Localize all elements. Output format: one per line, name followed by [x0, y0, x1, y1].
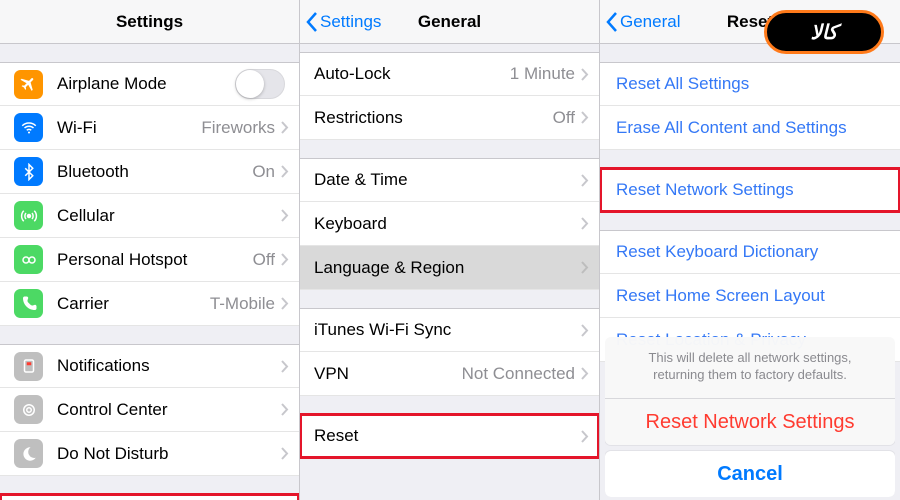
nav-title: Settings [116, 12, 183, 32]
row-datetime[interactable]: Date & Time [300, 158, 599, 202]
row-label: Notifications [57, 356, 281, 376]
chevron-right-icon [581, 430, 589, 443]
row-dnd[interactable]: Do Not Disturb [0, 432, 299, 476]
row-value: Not Connected [462, 364, 575, 384]
row-label: Do Not Disturb [57, 444, 281, 464]
row-label: Reset [314, 426, 581, 446]
row-hotspot[interactable]: Personal Hotspot Off [0, 238, 299, 282]
row-label: Bluetooth [57, 162, 252, 182]
row-value: T-Mobile [210, 294, 275, 314]
row-label: Reset Home Screen Layout [616, 286, 825, 306]
panel-general: Settings General Auto-Lock 1 Minute Rest… [300, 0, 600, 500]
row-vpn[interactable]: VPN Not Connected [300, 352, 599, 396]
row-label: Erase All Content and Settings [616, 118, 847, 138]
phone-icon [14, 289, 43, 318]
back-label: General [620, 12, 680, 32]
chevron-right-icon [281, 403, 289, 416]
panel-settings: Settings Airplane Mode Wi-Fi Fireworks B… [0, 0, 300, 500]
row-label: Auto-Lock [314, 64, 510, 84]
row-language[interactable]: Language & Region [300, 246, 599, 290]
row-label: Keyboard [314, 214, 581, 234]
row-wifi[interactable]: Wi-Fi Fireworks [0, 106, 299, 150]
row-reset[interactable]: Reset [300, 414, 599, 458]
back-button[interactable]: Settings [306, 12, 381, 32]
bluetooth-icon [14, 157, 43, 186]
watermark-text: كالا [810, 20, 837, 45]
row-label: iTunes Wi-Fi Sync [314, 320, 581, 340]
row-airplane[interactable]: Airplane Mode [0, 62, 299, 106]
row-keyboard[interactable]: Keyboard [300, 202, 599, 246]
row-value: On [252, 162, 275, 182]
row-erase-all[interactable]: Erase All Content and Settings [600, 106, 900, 150]
chevron-right-icon [281, 209, 289, 222]
chevron-right-icon [281, 447, 289, 460]
airplane-icon [14, 70, 43, 99]
row-reset-network[interactable]: Reset Network Settings [600, 168, 900, 212]
row-label: Reset All Settings [616, 74, 749, 94]
row-cellular[interactable]: Cellular [0, 194, 299, 238]
chevron-right-icon [281, 253, 289, 266]
chevron-right-icon [281, 360, 289, 373]
row-notifications[interactable]: Notifications [0, 344, 299, 388]
row-restrictions[interactable]: Restrictions Off [300, 96, 599, 140]
nav-title: General [418, 12, 481, 32]
airplane-switch[interactable] [235, 69, 285, 99]
chevron-right-icon [581, 367, 589, 380]
row-label: Date & Time [314, 170, 581, 190]
row-controlcenter[interactable]: Control Center [0, 388, 299, 432]
row-label: VPN [314, 364, 462, 384]
back-button[interactable]: General [606, 12, 680, 32]
chevron-right-icon [281, 121, 289, 134]
back-label: Settings [320, 12, 381, 32]
row-label: Cellular [57, 206, 281, 226]
chevron-right-icon [581, 68, 589, 81]
row-label: Control Center [57, 400, 281, 420]
row-value: Off [253, 250, 275, 270]
watermark-logo: كالا [764, 10, 884, 54]
chevron-right-icon [581, 174, 589, 187]
row-value: Fireworks [201, 118, 275, 138]
row-carrier[interactable]: Carrier T-Mobile [0, 282, 299, 326]
row-reset-keyboard[interactable]: Reset Keyboard Dictionary [600, 230, 900, 274]
hotspot-icon [14, 245, 43, 274]
row-general[interactable]: General [0, 494, 299, 500]
row-reset-home[interactable]: Reset Home Screen Layout [600, 274, 900, 318]
row-label: Restrictions [314, 108, 553, 128]
action-sheet: This will delete all network settings, r… [605, 337, 895, 497]
sheet-destructive-button[interactable]: Reset Network Settings [605, 399, 895, 445]
navbar-settings: Settings [0, 0, 299, 44]
notifications-icon [14, 352, 43, 381]
row-label: Carrier [57, 294, 210, 314]
row-label: Reset Keyboard Dictionary [616, 242, 818, 262]
row-label: Reset Network Settings [616, 180, 794, 200]
controlcenter-icon [14, 395, 43, 424]
chevron-right-icon [581, 261, 589, 274]
wifi-icon [14, 113, 43, 142]
panel-reset: General Reset Reset All Settings Erase A… [600, 0, 900, 500]
row-label: Personal Hotspot [57, 250, 253, 270]
row-value: Off [553, 108, 575, 128]
moon-icon [14, 439, 43, 468]
row-value: 1 Minute [510, 64, 575, 84]
sheet-cancel-button[interactable]: Cancel [605, 451, 895, 497]
cellular-icon [14, 201, 43, 230]
chevron-right-icon [281, 297, 289, 310]
row-reset-all[interactable]: Reset All Settings [600, 62, 900, 106]
row-autolock[interactable]: Auto-Lock 1 Minute [300, 52, 599, 96]
chevron-right-icon [581, 324, 589, 337]
row-bluetooth[interactable]: Bluetooth On [0, 150, 299, 194]
row-label: Airplane Mode [57, 74, 235, 94]
chevron-right-icon [281, 165, 289, 178]
navbar-general: Settings General [300, 0, 599, 44]
row-label: Wi-Fi [57, 118, 201, 138]
row-label: Language & Region [314, 258, 581, 278]
chevron-right-icon [581, 217, 589, 230]
sheet-message: This will delete all network settings, r… [605, 337, 895, 399]
chevron-right-icon [581, 111, 589, 124]
row-itunes[interactable]: iTunes Wi-Fi Sync [300, 308, 599, 352]
